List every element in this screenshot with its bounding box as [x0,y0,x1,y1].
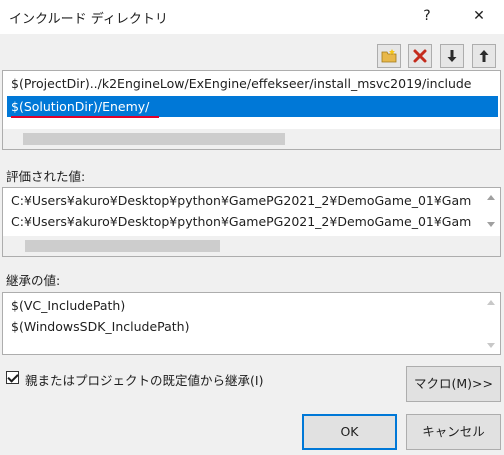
scrollbar-thumb[interactable] [23,133,285,145]
evaluated-line: C:¥Users¥akuro¥Desktop¥python¥GamePG2021… [11,214,472,229]
evaluated-vertical-scrollbar[interactable] [483,188,500,238]
evaluated-values-label: 評価された値: [6,169,86,184]
include-dirs-editor[interactable]: $(ProjectDir)../k2EngineLow/ExEngine/eff… [2,70,501,150]
new-line-button[interactable] [377,44,401,68]
macro-button[interactable]: マクロ(M)>> [406,366,501,402]
inherited-values-list[interactable]: $(VC_IncludePath) $(WindowsSDK_IncludePa… [2,292,501,355]
ok-button[interactable]: OK [302,414,397,450]
scroll-down-arrow-icon[interactable] [487,222,495,227]
inherited-line: $(WindowsSDK_IncludePath) [11,319,190,334]
inherited-values-label: 継承の値: [6,273,61,288]
scroll-up-arrow-icon[interactable] [487,195,495,200]
move-down-icon [447,50,457,62]
move-up-button[interactable] [472,44,496,68]
inherit-checkbox[interactable] [6,371,19,384]
editor-line-selected[interactable]: $(SolutionDir)/Enemy/ [7,96,498,117]
editor-line[interactable]: $(ProjectDir)../k2EngineLow/ExEngine/eff… [11,76,472,91]
annotation-underline [11,116,159,118]
delete-icon [413,49,427,63]
close-button[interactable]: ✕ [462,4,496,28]
evaluated-values-list[interactable]: C:¥Users¥akuro¥Desktop¥python¥GamePG2021… [2,187,501,257]
new-folder-icon [381,49,397,63]
window-title: インクルード ディレクトリ [9,12,168,27]
inherited-vertical-scrollbar[interactable] [483,293,500,354]
evaluated-horizontal-scrollbar[interactable] [3,236,500,256]
move-down-button[interactable] [440,44,464,68]
help-button[interactable]: ? [412,4,442,28]
evaluated-line: C:¥Users¥akuro¥Desktop¥python¥GamePG2021… [11,193,472,208]
scroll-up-arrow-icon[interactable] [487,300,495,305]
move-up-icon [479,50,489,62]
cancel-button[interactable]: キャンセル [406,414,501,450]
title-bar: インクルード ディレクトリ ? ✕ [0,0,504,34]
scroll-down-arrow-icon[interactable] [487,343,495,348]
inherited-line: $(VC_IncludePath) [11,298,126,313]
editor-horizontal-scrollbar[interactable] [3,129,500,149]
scrollbar-thumb[interactable] [25,240,220,252]
inherit-checkbox-label[interactable]: 親またはプロジェクトの既定値から継承(I) [25,370,263,389]
delete-line-button[interactable] [408,44,432,68]
